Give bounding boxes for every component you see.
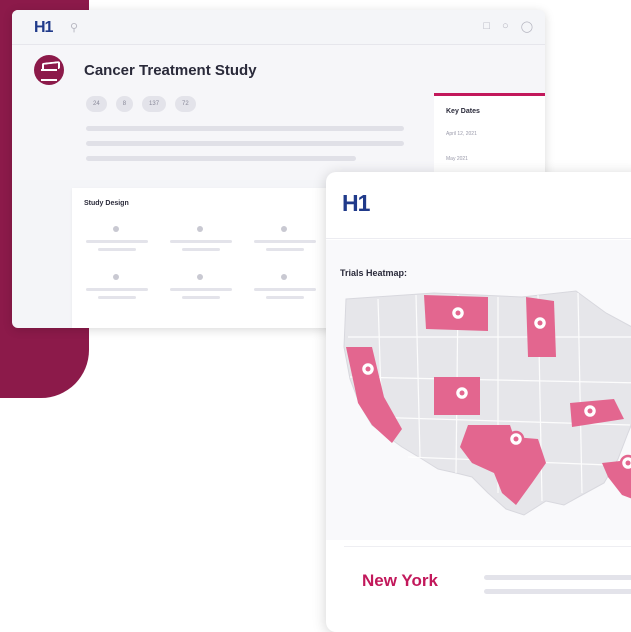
stat-chip: 8 xyxy=(115,96,134,112)
stat-chip: 24 xyxy=(86,96,107,112)
settings-icon[interactable]: ◯ xyxy=(521,20,533,33)
design-item xyxy=(170,274,232,314)
stat-chip: 72 xyxy=(175,96,196,112)
location-card[interactable]: New York xyxy=(344,546,631,617)
top-bar: H1 ⚲ □ ○ ◯ xyxy=(12,10,545,45)
top-bar-icons: □ ○ ◯ xyxy=(483,20,533,33)
h1-logo[interactable]: H1 xyxy=(34,19,53,37)
description-line xyxy=(86,156,356,161)
design-item xyxy=(86,274,148,314)
study-design-panel: Study Design xyxy=(72,188,362,328)
description-line xyxy=(86,141,404,146)
chat-icon[interactable]: □ xyxy=(483,20,490,33)
design-item xyxy=(86,226,148,266)
design-item xyxy=(254,226,316,266)
design-item xyxy=(254,274,316,314)
stat-chips: 24 8 137 72 xyxy=(86,96,196,112)
study-title: Cancer Treatment Study xyxy=(84,62,257,79)
bell-icon[interactable]: ○ xyxy=(502,20,509,33)
study-layers-icon xyxy=(34,55,64,85)
heatmap-title: Trials Heatmap: xyxy=(340,268,408,278)
stat-chip: 137 xyxy=(142,96,167,112)
divider xyxy=(326,238,631,239)
design-item xyxy=(170,226,232,266)
location-name: New York xyxy=(362,571,438,590)
us-heatmap xyxy=(343,290,631,516)
description-line xyxy=(86,126,404,131)
key-date-item: April 12, 2021 xyxy=(446,131,477,137)
detail-line xyxy=(484,575,631,580)
key-date-item: May 2021 xyxy=(446,156,468,162)
heatmap-window: H1 Trials Heatmap: New York xyxy=(326,172,631,632)
key-dates-title: Key Dates xyxy=(446,108,480,115)
study-design-title: Study Design xyxy=(84,200,129,207)
h1-logo[interactable]: H1 xyxy=(342,190,370,217)
detail-line xyxy=(484,589,631,594)
search-icon[interactable]: ⚲ xyxy=(70,21,78,34)
